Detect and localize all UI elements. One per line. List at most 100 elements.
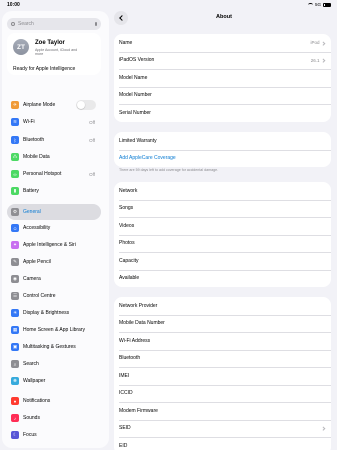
chevron-right-icon xyxy=(320,40,325,45)
status-indicators: 5G xyxy=(307,2,331,7)
sidebar-item-label: Camera xyxy=(23,276,41,282)
accessibility-icon: ☺ xyxy=(11,224,19,232)
hotspot-icon: ∞ xyxy=(11,170,19,178)
row-network-provider: Network Provider xyxy=(114,297,331,315)
sidebar-item-wi-fi[interactable]: ≋ Wi-Fi Off xyxy=(7,114,101,130)
battery-status-icon xyxy=(323,2,331,7)
sidebar-item-apple-pencil[interactable]: ✎ Apple Pencil xyxy=(7,254,101,270)
row-label: Limited Warranty xyxy=(119,137,157,144)
airplane-mode-toggle[interactable] xyxy=(76,100,96,110)
sidebar-item-label: Mobile Data xyxy=(23,154,50,160)
row-label: Songs xyxy=(119,205,134,212)
row-modem-firmware: Modem Firmware xyxy=(114,402,331,420)
sidebar-item-display-brightness[interactable]: ☀ Display & Brightness xyxy=(7,305,101,321)
row-add-applecare[interactable]: Add AppleCare Coverage xyxy=(114,149,331,168)
row-label: Serial Number xyxy=(119,109,151,116)
row-label: Model Name xyxy=(119,74,148,81)
sidebar-item-airplane-mode[interactable]: ✈ Airplane Mode xyxy=(7,97,101,113)
sidebar-item-battery[interactable]: ▮ Battery xyxy=(7,183,101,199)
row-model-number: Model Number xyxy=(114,86,331,105)
sidebar-item-label: Personal Hotspot xyxy=(23,171,62,177)
sidebar-item-label: Notifications xyxy=(23,398,51,404)
row-videos: Videos xyxy=(114,217,331,235)
row-label: Available xyxy=(119,275,140,282)
sidebar-item-mobile-data[interactable]: ⁂ Mobile Data xyxy=(7,149,101,165)
sidebar-item-camera[interactable]: ◉ Camera xyxy=(7,271,101,287)
sidebar-item-label: Display & Brightness xyxy=(23,310,70,316)
row-serial-number: Serial Number xyxy=(114,104,331,122)
sidebar-item-personal-hotspot[interactable]: ∞ Personal Hotspot Off xyxy=(7,166,101,182)
sidebar-item-label: General xyxy=(23,209,41,215)
row-iccid: ICCID xyxy=(114,384,331,403)
sidebar-item-label: Wallpaper xyxy=(23,378,46,384)
row-label: Network Provider xyxy=(119,302,158,309)
row-label: Modem Firmware xyxy=(119,407,158,414)
row-label: Mobile Data Number xyxy=(119,320,165,327)
sidebar-item-label: Focus xyxy=(23,432,37,438)
search-icon xyxy=(11,22,15,26)
sidebar-item-value: Off xyxy=(89,137,95,143)
sidebar-item-home-screen-app-library[interactable]: ▦ Home Screen & App Library xyxy=(7,322,101,338)
sidebar-item-label: Apple Pencil xyxy=(23,259,51,265)
sidebar-item-multitasking-gestures[interactable]: ▣ Multitasking & Gestures xyxy=(7,339,101,355)
antenna-icon: ⁂ xyxy=(11,153,19,161)
sidebar-item-label: Bluetooth xyxy=(23,137,45,143)
apple-intelligence-ready-row[interactable]: Ready for Apple Intelligence xyxy=(7,63,101,75)
account-name: Zoe Taylor xyxy=(35,40,65,46)
row-label: Photos xyxy=(119,240,135,247)
row-songs: Songs xyxy=(114,199,331,218)
row-model-name: Model Name xyxy=(114,69,331,87)
sidebar-item-general[interactable]: ⚙ General xyxy=(7,204,101,220)
sidebar-item-label: Home Screen & App Library xyxy=(23,327,85,333)
media-group: Network Songs Videos Photos Capacity Ava… xyxy=(114,182,331,287)
row-label: iPadOS Version xyxy=(119,57,155,64)
search-field[interactable]: Search xyxy=(7,18,101,30)
sidebar-item-label: Wi-Fi xyxy=(23,119,35,125)
row-label: Wi-Fi Address xyxy=(119,337,151,344)
sidebar-item-label: Battery xyxy=(23,188,39,194)
network-type: 5G xyxy=(314,2,321,7)
sidebar-item-apple-intelligence-siri[interactable]: ✦ Apple Intelligence & Siri xyxy=(7,237,101,253)
multitasking-icon: ▣ xyxy=(11,343,19,351)
status-bar: 10:00 5G xyxy=(0,0,337,10)
row-seid[interactable]: SEID xyxy=(114,419,331,438)
chevron-left-icon xyxy=(118,15,125,21)
sidebar-item-search[interactable]: ⌕ Search xyxy=(7,356,101,372)
row-mobile-data-number: Mobile Data Number xyxy=(114,314,331,333)
wifi-icon: ≋ xyxy=(11,118,19,126)
sidebar-item-label: Airplane Mode xyxy=(23,102,56,108)
row-photos: Photos xyxy=(114,234,331,253)
notifications-icon: ● xyxy=(11,397,19,405)
sidebar-item-control-centre[interactable]: ☰ Control Centre xyxy=(7,288,101,304)
row-label: Model Number xyxy=(119,92,152,99)
row-bluetooth: Bluetooth xyxy=(114,349,331,368)
microphone-icon[interactable] xyxy=(94,22,97,26)
sidebar-item-value: Off xyxy=(89,119,95,125)
page-title: About xyxy=(216,14,232,20)
sidebar-item-sounds[interactable]: ♪ Sounds xyxy=(7,410,101,426)
row-name[interactable]: Name iPod xyxy=(114,34,331,52)
row-limited-warranty[interactable]: Limited Warranty xyxy=(114,132,331,150)
battery-icon: ▮ xyxy=(11,187,19,195)
row-label: Videos xyxy=(119,222,135,229)
home-screen-icon: ▦ xyxy=(11,326,19,334)
avatar: ZT xyxy=(13,39,29,55)
row-imei: IMEI xyxy=(114,367,331,385)
row-os-version[interactable]: iPadOS Version 26.1 xyxy=(114,51,331,70)
sidebar-item-focus[interactable]: ☾ Focus xyxy=(7,427,101,443)
account-subtitle: Apple Account, iCloud and more xyxy=(35,48,78,57)
search-placeholder: Search xyxy=(18,21,34,27)
sidebar-item-notifications[interactable]: ● Notifications xyxy=(7,393,101,409)
sidebar-item-bluetooth[interactable]: ᛒ Bluetooth Off xyxy=(7,132,101,148)
row-label: ICCID xyxy=(119,390,133,397)
back-button[interactable] xyxy=(114,11,128,25)
sidebar-item-label: Multitasking & Gestures xyxy=(23,344,76,350)
sidebar-item-accessibility[interactable]: ☺ Accessibility xyxy=(7,220,101,236)
warranty-group: Limited Warranty Add AppleCare Coverage xyxy=(114,132,331,167)
brightness-icon: ☀ xyxy=(11,309,19,317)
focus-icon: ☾ xyxy=(11,431,19,439)
sidebar-item-wallpaper[interactable]: ❋ Wallpaper xyxy=(7,373,101,389)
applecare-link[interactable]: Add AppleCare Coverage xyxy=(119,155,176,161)
wallpaper-icon: ❋ xyxy=(11,377,19,385)
sidebar-item-label: Accessibility xyxy=(23,225,51,231)
